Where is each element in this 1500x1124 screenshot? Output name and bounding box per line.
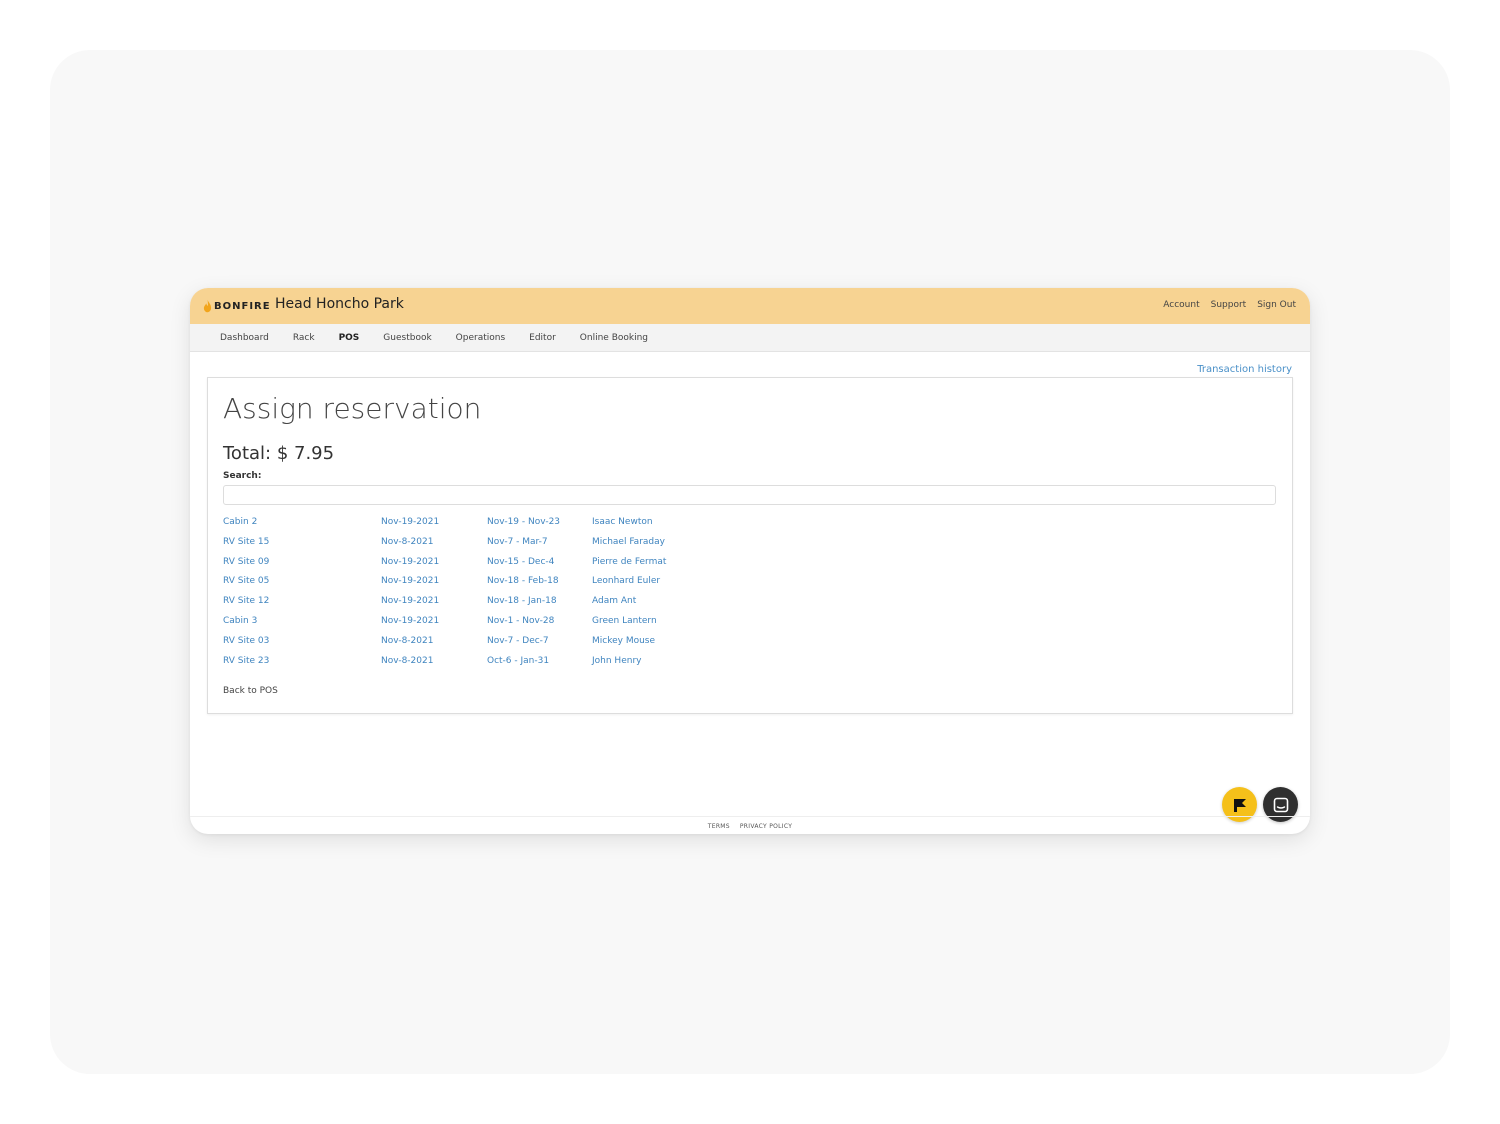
- reservation-row: RV Site 03 Nov-8-2021 Nov-7 - Dec-7 Mick…: [223, 636, 823, 656]
- logo-text: BONFIRE: [214, 300, 271, 312]
- reservation-date[interactable]: Nov-8-2021: [381, 656, 433, 666]
- reservation-row: Cabin 3 Nov-19-2021 Nov-1 - Nov-28 Green…: [223, 616, 823, 636]
- reservation-guest[interactable]: Michael Faraday: [592, 537, 665, 547]
- park-name: Head Honcho Park: [275, 296, 404, 312]
- nav-item-dashboard[interactable]: Dashboard: [220, 333, 269, 343]
- support-link[interactable]: Support: [1211, 300, 1247, 310]
- total-amount: Total: $ 7.95: [223, 443, 335, 464]
- top-links: Account Support Sign Out: [1163, 300, 1296, 310]
- reservation-site[interactable]: RV Site 12: [223, 596, 269, 606]
- reservation-site[interactable]: RV Site 15: [223, 537, 269, 547]
- nav-item-guestbook[interactable]: Guestbook: [383, 333, 431, 343]
- search-input[interactable]: [223, 485, 1276, 505]
- reservation-guest[interactable]: Leonhard Euler: [592, 576, 660, 586]
- reservation-guest[interactable]: Green Lantern: [592, 616, 657, 626]
- nav-item-editor[interactable]: Editor: [529, 333, 556, 343]
- reservation-guest[interactable]: Mickey Mouse: [592, 636, 655, 646]
- reservation-row: Cabin 2 Nov-19-2021 Nov-19 - Nov-23 Isaa…: [223, 517, 823, 537]
- reservation-guest[interactable]: Pierre de Fermat: [592, 557, 666, 567]
- reservation-guest[interactable]: John Henry: [592, 656, 641, 666]
- privacy-policy-link[interactable]: PRIVACY POLICY: [740, 823, 792, 830]
- reservation-row: RV Site 15 Nov-8-2021 Nov-7 - Mar-7 Mich…: [223, 537, 823, 557]
- terms-link[interactable]: TERMS: [708, 823, 730, 830]
- reservation-range[interactable]: Nov-7 - Mar-7: [487, 537, 548, 547]
- account-link[interactable]: Account: [1163, 300, 1199, 310]
- flame-icon: [203, 299, 212, 313]
- reservation-date[interactable]: Nov-8-2021: [381, 636, 433, 646]
- reservation-date[interactable]: Nov-8-2021: [381, 537, 433, 547]
- reservation-site[interactable]: Cabin 3: [223, 616, 257, 626]
- flag-icon: [1233, 798, 1246, 812]
- nav-item-online-booking[interactable]: Online Booking: [580, 333, 648, 343]
- reservation-guest[interactable]: Isaac Newton: [592, 517, 653, 527]
- nav-item-operations[interactable]: Operations: [456, 333, 505, 343]
- reservation-site[interactable]: RV Site 23: [223, 656, 269, 666]
- top-bar: BONFIRE Head Honcho Park Account Support…: [190, 288, 1310, 324]
- reservation-date[interactable]: Nov-19-2021: [381, 616, 439, 626]
- reservation-range[interactable]: Nov-18 - Jan-18: [487, 596, 557, 606]
- reservation-site[interactable]: RV Site 09: [223, 557, 269, 567]
- reservation-row: RV Site 23 Nov-8-2021 Oct-6 - Jan-31 Joh…: [223, 656, 823, 676]
- reservation-list: Cabin 2 Nov-19-2021 Nov-19 - Nov-23 Isaa…: [223, 517, 823, 675]
- back-to-pos-link[interactable]: Back to POS: [223, 686, 278, 696]
- reservation-row: RV Site 05 Nov-19-2021 Nov-18 - Feb-18 L…: [223, 576, 823, 596]
- reservation-range[interactable]: Nov-1 - Nov-28: [487, 616, 554, 626]
- sign-out-link[interactable]: Sign Out: [1257, 300, 1296, 310]
- reservation-site[interactable]: RV Site 05: [223, 576, 269, 586]
- reservation-range[interactable]: Nov-18 - Feb-18: [487, 576, 559, 586]
- chat-icon: [1273, 797, 1288, 812]
- reservation-date[interactable]: Nov-19-2021: [381, 557, 439, 567]
- reservation-range[interactable]: Nov-7 - Dec-7: [487, 636, 549, 646]
- nav-item-pos[interactable]: POS: [339, 333, 360, 343]
- reservation-range[interactable]: Oct-6 - Jan-31: [487, 656, 549, 666]
- search-label: Search:: [223, 471, 262, 481]
- reservation-site[interactable]: Cabin 2: [223, 517, 257, 527]
- transaction-history-link[interactable]: Transaction history: [1197, 364, 1292, 375]
- app-window: BONFIRE Head Honcho Park Account Support…: [190, 288, 1310, 834]
- page-title: Assign reservation: [223, 392, 482, 425]
- reservation-date[interactable]: Nov-19-2021: [381, 517, 439, 527]
- reservation-date[interactable]: Nov-19-2021: [381, 576, 439, 586]
- nav-item-rack[interactable]: Rack: [293, 333, 315, 343]
- reservation-range[interactable]: Nov-15 - Dec-4: [487, 557, 554, 567]
- reservation-row: RV Site 09 Nov-19-2021 Nov-15 - Dec-4 Pi…: [223, 557, 823, 577]
- main-nav: Dashboard Rack POS Guestbook Operations …: [190, 324, 1310, 352]
- reservation-site[interactable]: RV Site 03: [223, 636, 269, 646]
- reservation-range[interactable]: Nov-19 - Nov-23: [487, 517, 560, 527]
- reservation-row: RV Site 12 Nov-19-2021 Nov-18 - Jan-18 A…: [223, 596, 823, 616]
- reservation-date[interactable]: Nov-19-2021: [381, 596, 439, 606]
- bonfire-logo[interactable]: BONFIRE: [203, 297, 271, 315]
- reservation-guest[interactable]: Adam Ant: [592, 596, 636, 606]
- footer: TERMS PRIVACY POLICY: [190, 816, 1310, 834]
- assign-reservation-panel: Assign reservation Total: $ 7.95 Search:…: [207, 377, 1293, 714]
